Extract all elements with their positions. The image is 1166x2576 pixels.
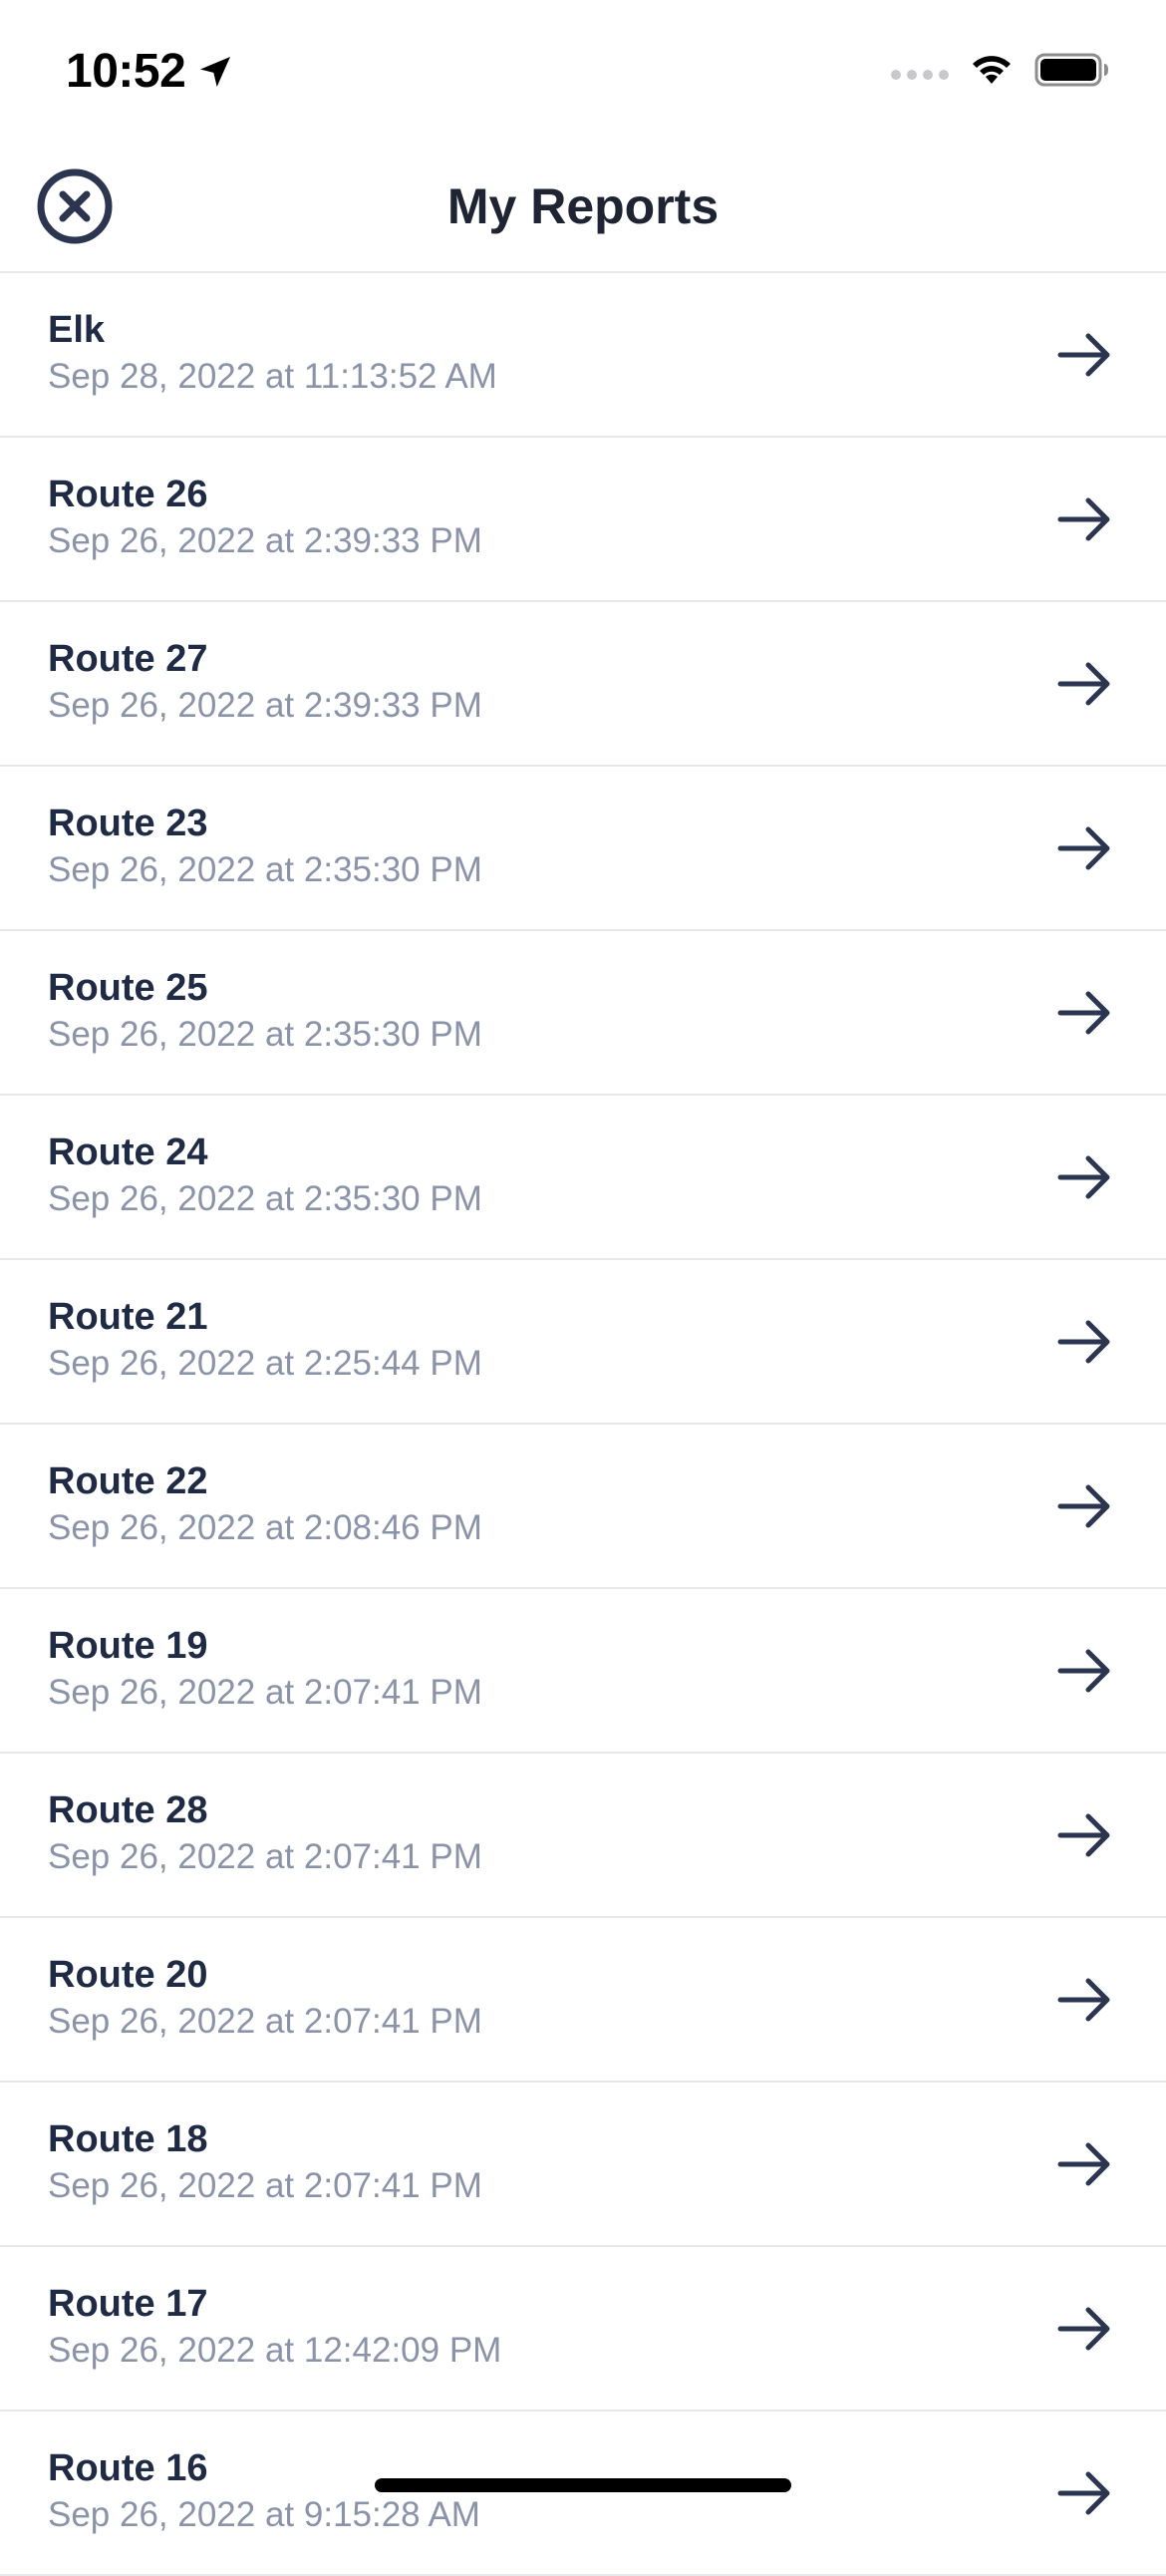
report-row[interactable]: Route 20 Sep 26, 2022 at 2:07:41 PM [0, 1918, 1166, 2083]
arrow-right-icon[interactable] [1054, 489, 1114, 549]
arrow-right-icon[interactable] [1054, 1476, 1114, 1536]
wifi-icon [973, 56, 1011, 84]
report-date: Sep 26, 2022 at 2:07:41 PM [48, 2002, 482, 2041]
report-date: Sep 26, 2022 at 9:15:28 AM [48, 2495, 480, 2534]
report-row[interactable]: Route 24 Sep 26, 2022 at 2:35:30 PM [0, 1096, 1166, 1260]
report-name: Route 27 [48, 638, 208, 680]
report-name: Elk [48, 309, 106, 351]
report-date: Sep 26, 2022 at 12:42:09 PM [48, 2331, 502, 2370]
arrow-right-icon[interactable] [1054, 1805, 1114, 1865]
arrow-right-icon[interactable] [1054, 983, 1114, 1043]
status-bar: 10:52 [0, 0, 1166, 140]
arrow-right-icon[interactable] [1054, 1641, 1114, 1701]
cellular-signal-icon [891, 70, 949, 80]
report-date: Sep 26, 2022 at 2:08:46 PM [48, 1508, 482, 1547]
report-row[interactable]: Route 26 Sep 26, 2022 at 2:39:33 PM [0, 438, 1166, 602]
report-row[interactable]: Route 22 Sep 26, 2022 at 2:08:46 PM [0, 1425, 1166, 1589]
arrow-right-icon[interactable] [1054, 2463, 1114, 2523]
arrow-right-icon[interactable] [1054, 1147, 1114, 1207]
report-date: Sep 26, 2022 at 2:35:30 PM [48, 1015, 482, 1054]
report-name: Route 26 [48, 474, 208, 515]
navigation-bar: My Reports [0, 140, 1166, 273]
report-date: Sep 26, 2022 at 2:35:30 PM [48, 1179, 482, 1218]
report-row[interactable]: Route 28 Sep 26, 2022 at 2:07:41 PM [0, 1754, 1166, 1918]
report-name: Route 24 [48, 1131, 208, 1173]
report-date: Sep 26, 2022 at 2:35:30 PM [48, 850, 482, 889]
report-name: Route 18 [48, 2118, 208, 2160]
report-row[interactable]: Route 21 Sep 26, 2022 at 2:25:44 PM [0, 1260, 1166, 1425]
report-name: Route 23 [48, 803, 208, 844]
report-name: Route 17 [48, 2283, 208, 2325]
report-name: Route 28 [48, 1789, 208, 1831]
status-icons [891, 52, 1110, 88]
report-row[interactable]: Elk Sep 28, 2022 at 11:13:52 AM [0, 273, 1166, 438]
arrow-right-icon[interactable] [1054, 2299, 1114, 2359]
arrow-right-icon[interactable] [1054, 1970, 1114, 2030]
report-row[interactable]: Route 18 Sep 26, 2022 at 2:07:41 PM [0, 2083, 1166, 2247]
home-indicator[interactable] [375, 2478, 791, 2492]
report-name: Route 25 [48, 967, 208, 1009]
status-time: 10:52 [66, 44, 235, 99]
report-row[interactable]: Route 19 Sep 26, 2022 at 2:07:41 PM [0, 1589, 1166, 1754]
arrow-right-icon[interactable] [1054, 2134, 1114, 2194]
report-date: Sep 26, 2022 at 2:39:33 PM [48, 686, 482, 725]
report-date: Sep 26, 2022 at 2:07:41 PM [48, 1837, 482, 1876]
report-row[interactable]: Route 17 Sep 26, 2022 at 12:42:09 PM [0, 2247, 1166, 2412]
page-title: My Reports [446, 178, 720, 234]
report-name: Route 21 [48, 1296, 208, 1338]
report-date: Sep 28, 2022 at 11:13:52 AM [48, 357, 497, 396]
report-row[interactable]: Route 16 Sep 26, 2022 at 9:15:28 AM [0, 2412, 1166, 2576]
arrow-right-icon[interactable] [1054, 654, 1114, 714]
report-row[interactable]: Route 23 Sep 26, 2022 at 2:35:30 PM [0, 767, 1166, 931]
report-name: Route 22 [48, 1460, 208, 1502]
status-time-text: 10:52 [66, 45, 186, 98]
reports-list: Elk Sep 28, 2022 at 11:13:52 AM Route 26 Se… [0, 273, 1166, 2576]
arrow-right-icon[interactable] [1054, 1312, 1114, 1372]
report-name: Route 20 [48, 1954, 208, 1996]
report-name: Route 16 [48, 2447, 208, 2489]
arrow-right-icon[interactable] [1054, 818, 1114, 878]
battery-icon [1034, 53, 1108, 87]
report-row[interactable]: Route 25 Sep 26, 2022 at 2:35:30 PM [0, 931, 1166, 1096]
location-arrow-icon [200, 56, 231, 87]
report-date: Sep 26, 2022 at 2:39:33 PM [48, 521, 482, 560]
report-date: Sep 26, 2022 at 2:25:44 PM [48, 1344, 482, 1383]
arrow-right-icon[interactable] [1054, 325, 1114, 385]
report-date: Sep 26, 2022 at 2:07:41 PM [48, 1673, 482, 1712]
report-name: Route 19 [48, 1625, 208, 1667]
report-date: Sep 26, 2022 at 2:07:41 PM [48, 2166, 482, 2205]
report-row[interactable]: Route 27 Sep 26, 2022 at 2:39:33 PM [0, 602, 1166, 767]
